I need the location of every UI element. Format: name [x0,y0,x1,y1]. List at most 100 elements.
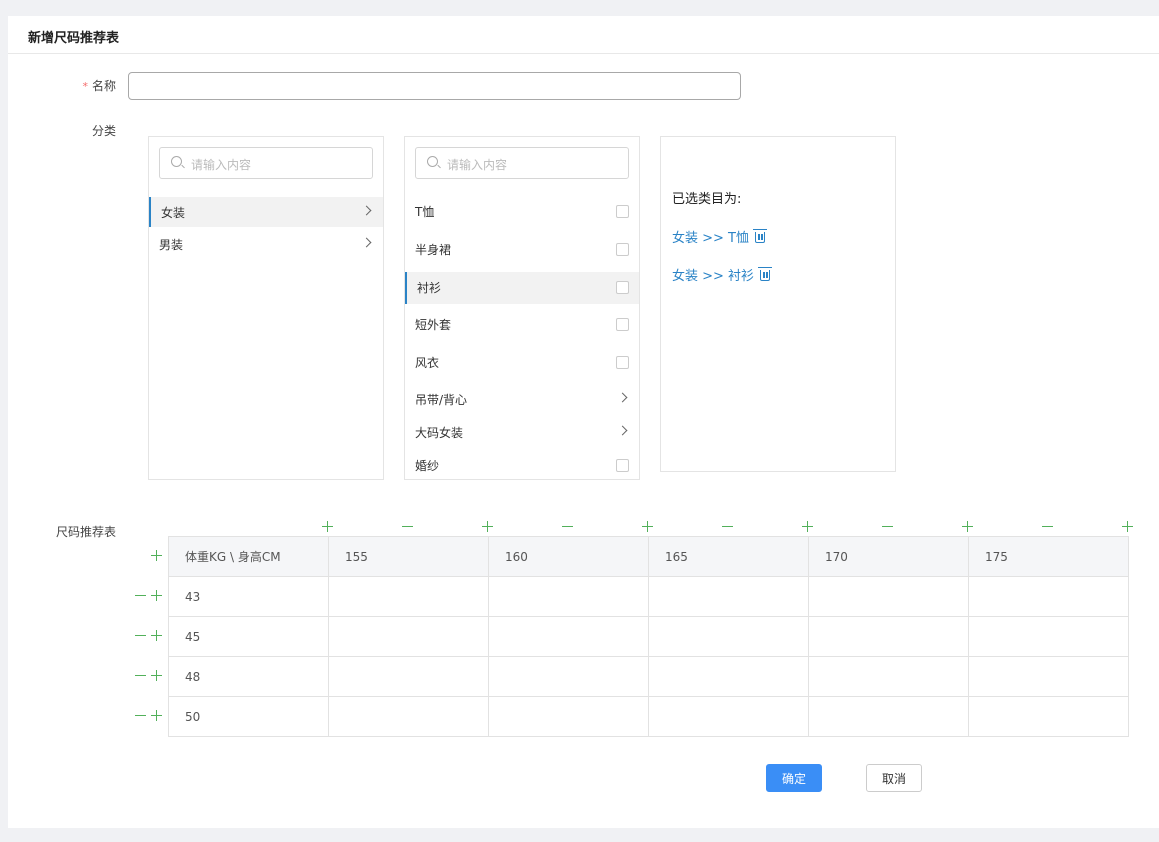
add-column-icon[interactable] [802,521,813,532]
subcategory-item-short-jacket[interactable]: 短外套 [405,309,639,339]
add-column-icon[interactable] [642,521,653,532]
trash-icon[interactable] [758,267,773,281]
size-cell[interactable] [488,656,649,697]
add-row-icon[interactable] [151,670,162,681]
search-placeholder: 请输入内容 [447,158,508,172]
table-row: 48 [168,656,1129,697]
size-cell[interactable] [808,696,969,737]
size-cell[interactable] [488,696,649,737]
size-cell[interactable] [648,656,809,697]
size-cell[interactable] [328,656,489,697]
subcategory-checkbox[interactable] [616,281,629,294]
page-title: 新增尺码推荐表 [28,31,120,46]
add-column-icon[interactable] [322,521,333,532]
size-cell[interactable] [968,656,1129,697]
subcategory-item-tshirt[interactable]: T恤 [405,196,639,226]
add-column-icon[interactable] [1122,521,1133,532]
height-header-cell[interactable]: 155 [328,536,489,577]
selected-item-label: 女装 >> T恤 [672,231,749,246]
category-item-label: 女装 [161,206,186,220]
size-table-label: 尺码推荐表 [55,525,116,539]
search-icon [171,156,182,167]
subcategory-item-shirt[interactable]: 衬衫 [405,272,639,304]
selected-item: 女装 >> 衬衫 [672,265,773,284]
height-header-cell[interactable]: 165 [648,536,809,577]
subcategory-checkbox[interactable] [616,205,629,218]
size-cell[interactable] [808,576,969,617]
size-cell[interactable] [648,576,809,617]
category-search-primary[interactable]: 请输入内容 [159,147,373,179]
category-item-label: 男装 [159,238,184,252]
selected-item: 女装 >> T恤 [672,227,767,246]
remove-column-icon[interactable] [402,521,413,532]
category-item-mens[interactable]: 男装 [149,229,383,259]
add-column-icon[interactable] [962,521,973,532]
height-header-cell[interactable]: 160 [488,536,649,577]
subcategory-item-camisole[interactable]: 吊带/背心 [405,384,639,414]
weight-cell[interactable]: 50 [168,696,329,737]
add-row-icon[interactable] [151,550,162,561]
remove-row-icon[interactable] [135,670,146,681]
search-icon [427,156,438,167]
weight-cell[interactable]: 45 [168,616,329,657]
remove-column-icon[interactable] [1042,521,1053,532]
size-cell[interactable] [968,576,1129,617]
size-cell[interactable] [968,616,1129,657]
add-row-icon[interactable] [151,710,162,721]
confirm-button[interactable]: 确定 [766,764,822,792]
category-panel-secondary: 请输入内容 T恤 半身裙 衬衫 短外套 风衣 吊带/背心 大码女装 婚纱 [404,136,640,480]
chevron-right-icon [361,205,372,216]
table-corner-cell: 体重KG \ 身高CM [168,536,329,577]
size-cell[interactable] [328,576,489,617]
category-search-secondary[interactable]: 请输入内容 [415,147,629,179]
add-column-icon[interactable] [482,521,493,532]
remove-row-icon[interactable] [135,630,146,641]
selected-item-label: 女装 >> 衬衫 [672,269,755,284]
remove-row-icon[interactable] [135,710,146,721]
subcategory-item-wedding[interactable]: 婚纱 [405,450,639,480]
table-header-row: 体重KG \ 身高CM 155 160 165 170 175 [168,536,1129,577]
remove-row-icon[interactable] [135,590,146,601]
subcategory-item-trench[interactable]: 风衣 [405,347,639,377]
name-label: * 名称 [72,77,116,94]
remove-column-icon[interactable] [562,521,573,532]
subcategory-checkbox[interactable] [616,318,629,331]
subcategory-checkbox[interactable] [616,459,629,472]
add-row-icon[interactable] [151,630,162,641]
form-card: 新增尺码推荐表 *名称 分类 请输入内容 女装 男装 请输入内容 T恤 半身裙 [8,16,1159,828]
cancel-button[interactable]: 取消 [866,764,922,792]
chevron-right-icon [361,237,372,248]
size-cell[interactable] [808,656,969,697]
subcategory-checkbox[interactable] [616,356,629,369]
required-mark: * [82,80,88,93]
subcategory-item-plus-size[interactable]: 大码女装 [405,417,639,447]
size-cell[interactable] [808,616,969,657]
size-cell[interactable] [648,616,809,657]
size-cell[interactable] [488,576,649,617]
size-cell[interactable] [648,696,809,737]
trash-icon[interactable] [753,229,767,243]
remove-column-icon[interactable] [882,521,893,532]
table-row: 43 [168,576,1129,617]
name-input[interactable] [128,72,741,100]
category-item-womens[interactable]: 女装 [149,197,383,227]
weight-cell[interactable]: 48 [168,656,329,697]
search-placeholder: 请输入内容 [191,158,252,172]
size-cell[interactable] [328,696,489,737]
height-header-cell[interactable]: 175 [968,536,1129,577]
subcategory-checkbox[interactable] [616,243,629,256]
remove-column-icon[interactable] [722,521,733,532]
selected-categories-panel: 已选类目为: 女装 >> T恤 女装 >> 衬衫 [660,136,896,472]
subcategory-item-label: T恤 [415,205,435,219]
subcategory-item-label: 短外套 [415,318,452,332]
size-cell[interactable] [968,696,1129,737]
add-row-icon[interactable] [151,590,162,601]
category-label: 分类 [91,124,116,138]
size-cell[interactable] [328,616,489,657]
subcategory-item-skirt[interactable]: 半身裙 [405,234,639,264]
weight-cell[interactable]: 43 [168,576,329,617]
size-table: 体重KG \ 身高CM 155 160 165 170 175 43 45 48… [168,536,1129,737]
height-header-cell[interactable]: 170 [808,536,969,577]
name-label-text: 名称 [91,79,116,93]
size-cell[interactable] [488,616,649,657]
